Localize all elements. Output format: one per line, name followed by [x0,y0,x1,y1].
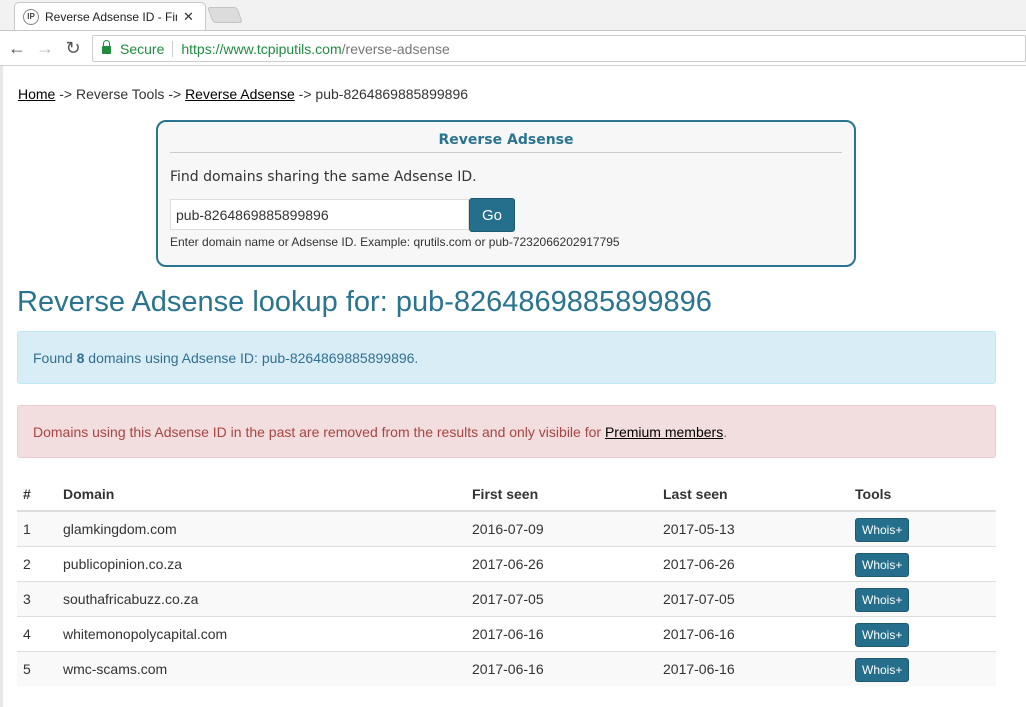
row-number: 5 [17,650,57,686]
reload-icon[interactable]: ↻ [62,37,84,59]
table-row: 3 southafricabuzz.co.za 2017-07-05 2017-… [17,580,996,616]
lookup-panel-title: Reverse Adsense [170,132,842,153]
row-tools: Whois+ [849,615,996,651]
page-left-edge [0,66,3,707]
row-domain: southafricabuzz.co.za [57,580,466,616]
premium-members-link[interactable]: Premium members [605,424,723,440]
row-first-seen: 2017-06-16 [466,615,657,651]
results-count-alert: Found 8 domains using Adsense ID: pub-82… [17,331,996,384]
row-first-seen: 2016-07-09 [466,510,657,546]
premium-warning-text: Domains using this Adsense ID in the pas… [33,424,605,440]
row-last-seen: 2017-05-13 [657,510,849,546]
column-header-last-seen: Last seen [657,478,849,512]
row-first-seen: 2017-06-26 [466,545,657,581]
column-header-first-seen: First seen [466,478,657,512]
breadcrumb-current: pub-8264869885899896 [315,86,469,102]
lookup-form: Go [170,198,842,232]
tab-title: Reverse Adsense ID - Find [45,9,177,24]
site-favicon-icon: IP [23,8,39,25]
lookup-description: Find domains sharing the same Adsense ID… [170,169,477,185]
breadcrumb: Home -> Reverse Tools -> Reverse Adsense… [18,86,468,102]
row-last-seen: 2017-06-16 [657,650,849,686]
column-header-tools: Tools [849,478,996,512]
page-title: Reverse Adsense lookup for: pub-82648698… [17,286,712,318]
table-row: 5 wmc-scams.com 2017-06-16 2017-06-16 Wh… [17,650,996,686]
adsense-id-input[interactable] [170,199,469,230]
whois-button[interactable]: Whois+ [855,552,910,577]
whois-button[interactable]: Whois+ [855,587,910,612]
reverse-adsense-lookup-panel: Reverse Adsense Find domains sharing the… [156,120,856,267]
close-tab-icon[interactable]: ✕ [183,9,194,25]
breadcrumb-separator: -> [55,86,76,102]
forward-arrow-icon[interactable]: → [34,37,56,59]
row-number: 2 [17,545,57,581]
results-count-prefix: Found [33,350,77,366]
whois-button[interactable]: Whois+ [855,517,910,542]
row-first-seen: 2017-06-16 [466,650,657,686]
browser-tab[interactable]: IP Reverse Adsense ID - Find ✕ [14,2,206,30]
row-tools: Whois+ [849,510,996,546]
lookup-hint: Enter domain name or Adsense ID. Example… [170,235,620,249]
address-bar[interactable]: Secure https://www.tcpiputils.com/revers… [92,35,1026,62]
row-number: 4 [17,615,57,651]
url-origin: https://www.tcpiputils.com [181,40,342,57]
table-row: 2 publicopinion.co.za 2017-06-26 2017-06… [17,545,996,581]
row-domain: glamkingdom.com [57,510,466,546]
results-table: # Domain First seen Last seen Tools 1 gl… [17,478,996,686]
row-first-seen: 2017-07-05 [466,580,657,616]
row-domain: wmc-scams.com [57,650,466,686]
row-tools: Whois+ [849,650,996,686]
tab-strip: IP Reverse Adsense ID - Find ✕ [0,0,1026,30]
row-number: 1 [17,510,57,546]
column-header-number: # [17,478,57,512]
column-header-domain: Domain [57,478,466,512]
premium-warning-end: . [723,424,728,440]
url-path: /reverse-adsense [341,40,450,57]
row-domain: whitemonopolycapital.com [57,615,466,651]
breadcrumb-separator: -> [294,86,316,102]
row-tools: Whois+ [849,580,996,616]
results-count-suffix: domains using Adsense ID: pub-8264869885… [84,350,419,366]
omnibox-divider [172,40,174,57]
row-last-seen: 2017-07-05 [657,580,849,616]
breadcrumb-separator: -> [164,86,186,102]
go-button[interactable]: Go [469,198,515,232]
table-row: 1 glamkingdom.com 2016-07-09 2017-05-13 … [17,510,996,546]
premium-warning-alert: Domains using this Adsense ID in the pas… [17,405,996,458]
breadcrumb-reverse-adsense-link[interactable]: Reverse Adsense [185,86,295,102]
lock-icon [102,40,111,54]
breadcrumb-reverse-tools: Reverse Tools [75,86,165,102]
whois-button[interactable]: Whois+ [855,657,910,682]
back-arrow-icon[interactable]: ← [6,37,28,59]
row-number: 3 [17,580,57,616]
breadcrumb-home-link[interactable]: Home [18,86,55,102]
table-header-row: # Domain First seen Last seen Tools [17,478,996,512]
whois-button[interactable]: Whois+ [855,622,910,647]
row-domain: publicopinion.co.za [57,545,466,581]
row-last-seen: 2017-06-16 [657,615,849,651]
new-tab-button[interactable] [207,7,243,23]
secure-label: Secure [120,40,165,57]
table-row: 4 whitemonopolycapital.com 2017-06-16 20… [17,615,996,651]
row-tools: Whois+ [849,545,996,581]
browser-toolbar: ← → ↻ Secure https://www.tcpiputils.com /… [0,30,1026,66]
row-last-seen: 2017-06-26 [657,545,849,581]
